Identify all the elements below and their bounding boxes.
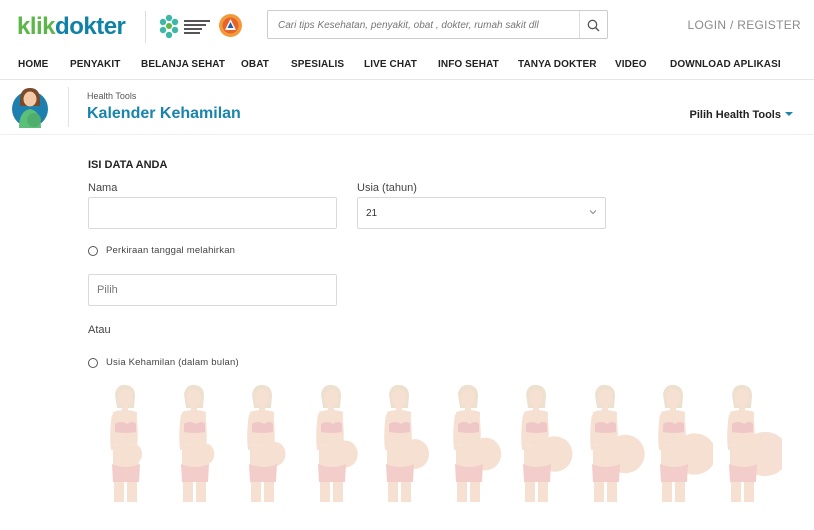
search-icon[interactable]	[587, 19, 600, 32]
search-box[interactable]	[267, 10, 608, 39]
health-tools-dropdown[interactable]: Pilih Health Tools	[690, 109, 793, 121]
login-register-link[interactable]: LOGIN / REGISTER	[688, 18, 802, 32]
name-field-wrapper	[88, 197, 337, 229]
nav-item-obat[interactable]: OBAT	[241, 59, 269, 70]
due-date-field-wrapper	[88, 274, 337, 306]
site-header: klikdokter LOGIN / REGISTER	[0, 0, 814, 50]
search-divider	[579, 11, 580, 38]
logo-part-dokter: dokter	[55, 13, 126, 40]
bnpb-logo	[219, 14, 242, 37]
pregnant-woman-avatar	[12, 88, 48, 128]
caret-down-icon	[785, 112, 793, 117]
pregnancy-month-3-figure[interactable]	[232, 384, 302, 504]
pregnancy-month-6-figure[interactable]	[438, 384, 508, 504]
due-date-radio-button[interactable]	[88, 246, 98, 256]
pregnancy-month-5-figure[interactable]	[369, 384, 439, 504]
nav-item-live-chat[interactable]: LIVE CHAT	[364, 59, 417, 70]
nav-item-download-aplikasi[interactable]: DOWNLOAD APLIKASI	[670, 59, 781, 70]
search-input[interactable]	[278, 16, 578, 34]
nav-item-home[interactable]: HOME	[18, 59, 48, 70]
chevron-down-icon	[589, 210, 597, 215]
pregnancy-months-radio-label: Usia Kehamilan (dalam bulan)	[106, 357, 239, 368]
nav-item-spesialis[interactable]: SPESIALIS	[291, 59, 344, 70]
age-label: Usia (tahun)	[357, 182, 417, 194]
age-select-value: 21	[366, 208, 378, 219]
pregnancy-months-radio-button[interactable]	[88, 358, 98, 368]
page-title: Kalender Kehamilan	[87, 105, 241, 122]
nav-item-penyakit[interactable]: PENYAKIT	[70, 59, 120, 70]
logo-part-klik: klik	[17, 13, 56, 40]
pregnancy-month-4-figure[interactable]	[301, 384, 371, 504]
nav-item-info-sehat[interactable]: INFO SEHAT	[438, 59, 499, 70]
main-nav: HOME PENYAKIT BELANJA SEHAT OBAT SPESIAL…	[0, 50, 814, 80]
pregnancy-month-9-figure[interactable]	[643, 384, 713, 504]
nav-item-video[interactable]: VIDEO	[615, 59, 647, 70]
age-select[interactable]: 21	[357, 197, 606, 229]
pregnancy-month-7-figure[interactable]	[506, 384, 576, 504]
pregnancy-stage-selector	[95, 384, 782, 504]
name-label: Nama	[88, 182, 118, 194]
health-tools-dropdown-label: Pilih Health Tools	[689, 109, 781, 121]
tool-header-divider	[68, 87, 69, 127]
nav-item-belanja-sehat[interactable]: BELANJA SEHAT	[141, 59, 225, 70]
name-field[interactable]	[89, 198, 336, 228]
or-label: Atau	[88, 324, 111, 336]
kemenkes-logo	[159, 14, 210, 39]
due-date-radio-label: Perkiraan tanggal melahirkan	[106, 245, 236, 256]
pregnancy-month-10-figure[interactable]	[712, 384, 782, 504]
pregnancy-month-8-figure[interactable]	[575, 384, 645, 504]
pregnancy-month-1-figure[interactable]	[95, 384, 165, 504]
pregnancy-months-radio[interactable]: Usia Kehamilan (dalam bulan)	[88, 357, 308, 371]
section-title: ISI DATA ANDA	[88, 159, 168, 171]
due-date-radio[interactable]: Perkiraan tanggal melahirkan	[88, 245, 288, 259]
klikdokter-logo[interactable]: klikdokter	[17, 13, 126, 41]
due-date-field[interactable]	[89, 275, 336, 305]
breadcrumb[interactable]: Health Tools	[87, 91, 136, 101]
header-divider	[145, 11, 146, 43]
tool-header: Health Tools Kalender Kehamilan Pilih He…	[0, 80, 814, 135]
pregnancy-month-2-figure[interactable]	[164, 384, 234, 504]
nav-item-tanya-dokter[interactable]: TANYA DOKTER	[518, 59, 597, 70]
